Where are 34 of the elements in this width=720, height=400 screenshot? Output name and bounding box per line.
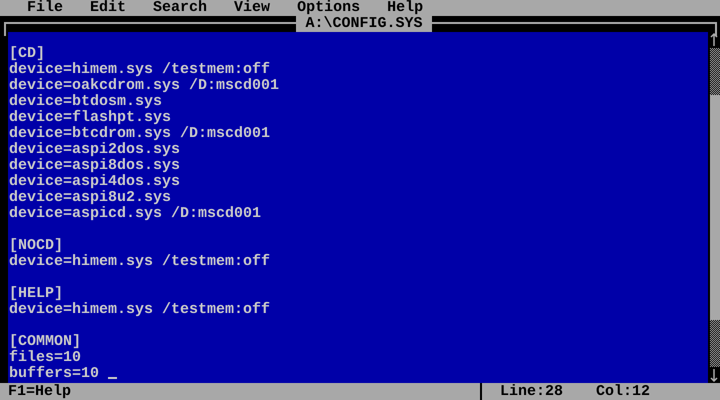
menu-item[interactable]: Search (153, 0, 216, 16)
text-cursor (108, 377, 118, 379)
menu-item[interactable]: Help (387, 0, 432, 16)
code-line: [COMMON] (9, 333, 82, 350)
code-line: device=aspi8u2.sys (9, 189, 172, 206)
code-line: [NOCD] (9, 237, 64, 254)
vertical-scrollbar[interactable] (708, 32, 720, 383)
code-line: device=oakcdrom.sys /D:mscd001 (9, 77, 280, 94)
code-line: [CD] (9, 45, 46, 62)
menu-item[interactable]: View (234, 0, 280, 16)
code-line: device=himem.sys /testmem:off (9, 301, 270, 318)
code-line: files=10 (9, 349, 82, 366)
code-line: device=himem.sys /testmem:off (9, 61, 270, 78)
code-line: device=himem.sys /testmem:off (9, 253, 270, 270)
code-line: device=btcdrom.sys /D:mscd001 (9, 125, 270, 142)
code-line: device=aspi8dos.sys (9, 157, 180, 174)
code-line: device=flashpt.sys (9, 109, 172, 126)
code-line: device=aspi4dos.sys (9, 173, 180, 190)
scrollbar-thumb[interactable] (710, 95, 720, 320)
menu-item[interactable]: Options (297, 0, 370, 16)
column-number: Col:12 (596, 383, 650, 400)
code-line: buffers=10 (9, 365, 100, 382)
menu-item[interactable]: File (27, 0, 72, 16)
line-number: Line:28 (500, 383, 564, 400)
menu-item[interactable]: Edit (90, 0, 136, 16)
down-arrow-icon[interactable] (710, 368, 718, 382)
code-line: [HELP] (9, 285, 64, 302)
code-line: device=btdosm.sys (9, 93, 162, 110)
help-hint: F1=Help (7, 383, 72, 400)
code-line: device=aspicd.sys /D:mscd001 (9, 205, 262, 222)
window-title: A:\CONFIG.SYS (296, 16, 432, 32)
up-arrow-icon[interactable] (710, 32, 718, 47)
code-line: device=aspi2dos.sys (9, 141, 180, 158)
text-editor[interactable] (8, 32, 708, 383)
